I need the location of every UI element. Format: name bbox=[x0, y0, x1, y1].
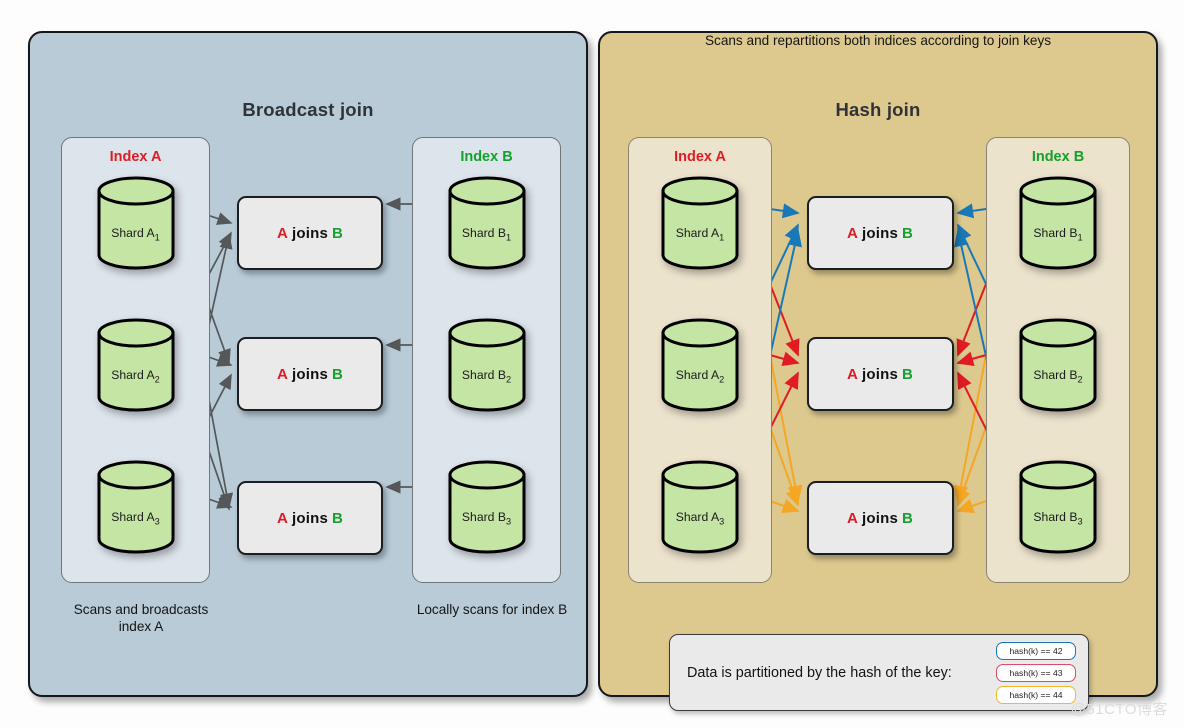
hash-join-box-1: Ajoins B bbox=[806, 196, 954, 270]
hash-index-b-box: Index B Shard B1 Shard B2 Shard B3 bbox=[986, 137, 1130, 583]
broadcast-join-title: Broadcast join bbox=[242, 99, 374, 120]
hash-shard-b2: Shard B2 bbox=[1018, 318, 1098, 412]
join-a-label: A bbox=[846, 509, 858, 527]
broadcast-join-box-1: Ajoins B bbox=[237, 196, 383, 270]
join-verb-label: joins bbox=[861, 509, 898, 527]
hash-caption: Scans and repartitions both indices acco… bbox=[704, 33, 1052, 48]
hash-badge-43: hash(k) == 43 bbox=[996, 663, 1076, 682]
hash-legend-box: Data is partitioned by the hash of the k… bbox=[669, 634, 1089, 711]
broadcast-join-panel: Broadcast join Index A Shard A1 Shard A2… bbox=[28, 31, 588, 697]
broadcast-index-b-label: Index B bbox=[460, 149, 513, 165]
broadcast-index-b-box: Index B Shard B1 Shard B2 Shard B3 bbox=[412, 137, 561, 583]
hash-index-b-label: Index B bbox=[1031, 149, 1085, 165]
join-a-label: A bbox=[846, 365, 858, 383]
broadcast-shard-a3: Shard A3 bbox=[96, 460, 176, 554]
hash-join-panel: Hash join Index A Shard A1 Shard A2 Shar… bbox=[598, 31, 1158, 711]
broadcast-shard-b1: Shard B1 bbox=[447, 176, 527, 270]
hash-badge-44: hash(k) == 44 bbox=[996, 685, 1076, 704]
join-a-label: A bbox=[276, 509, 288, 527]
hash-badge-42: hash(k) == 42 bbox=[996, 641, 1076, 660]
join-verb-label: joins bbox=[861, 365, 898, 383]
hash-shard-a1: Shard A1 bbox=[660, 176, 740, 270]
hash-join-box-3: Ajoins B bbox=[806, 481, 954, 555]
join-b-label: B bbox=[332, 365, 344, 383]
broadcast-caption-left: Scans and broadcasts index A bbox=[73, 602, 209, 635]
broadcast-caption-right: Locally scans for index B bbox=[416, 602, 568, 617]
broadcast-shard-b2: Shard B2 bbox=[447, 318, 527, 412]
hash-join-title: Hash join bbox=[835, 99, 921, 120]
join-a-label: A bbox=[276, 224, 288, 242]
join-b-label: B bbox=[902, 224, 914, 242]
join-verb-label: joins bbox=[861, 224, 898, 242]
hash-shard-a2: Shard A2 bbox=[660, 318, 740, 412]
broadcast-join-box-2: Ajoins B bbox=[237, 337, 383, 411]
diagram-root: Broadcast join Index A Shard A1 Shard A2… bbox=[0, 0, 1184, 727]
broadcast-shard-a2: Shard A2 bbox=[96, 318, 176, 412]
hash-legend-badges: hash(k) == 42 hash(k) == 43 hash(k) == 4… bbox=[996, 641, 1088, 704]
broadcast-shard-b3: Shard B3 bbox=[447, 460, 527, 554]
hash-index-a-box: Index A Shard A1 Shard A2 Shard A3 bbox=[628, 137, 772, 583]
join-verb-label: joins bbox=[291, 509, 328, 527]
join-b-label: B bbox=[332, 224, 344, 242]
broadcast-shard-a1: Shard A1 bbox=[96, 176, 176, 270]
join-a-label: A bbox=[276, 365, 288, 383]
join-verb-label: joins bbox=[291, 365, 328, 383]
hash-shard-b3: Shard B3 bbox=[1018, 460, 1098, 554]
watermark: @51CTO博客 bbox=[1070, 701, 1168, 718]
broadcast-index-a-box: Index A Shard A1 Shard A2 Shard A3 bbox=[61, 137, 210, 583]
join-b-label: B bbox=[332, 509, 344, 527]
broadcast-index-a-label: Index A bbox=[109, 149, 162, 165]
join-b-label: B bbox=[902, 365, 914, 383]
broadcast-join-box-3: Ajoins B bbox=[237, 481, 383, 555]
hash-join-box-2: Ajoins B bbox=[806, 337, 954, 411]
hash-shard-b1: Shard B1 bbox=[1018, 176, 1098, 270]
hash-index-a-label: Index A bbox=[674, 149, 726, 165]
hash-shard-a3: Shard A3 bbox=[660, 460, 740, 554]
join-verb-label: joins bbox=[291, 224, 328, 242]
hash-legend-text: Data is partitioned by the hash of the k… bbox=[687, 664, 952, 681]
join-b-label: B bbox=[902, 509, 914, 527]
join-a-label: A bbox=[846, 224, 858, 242]
